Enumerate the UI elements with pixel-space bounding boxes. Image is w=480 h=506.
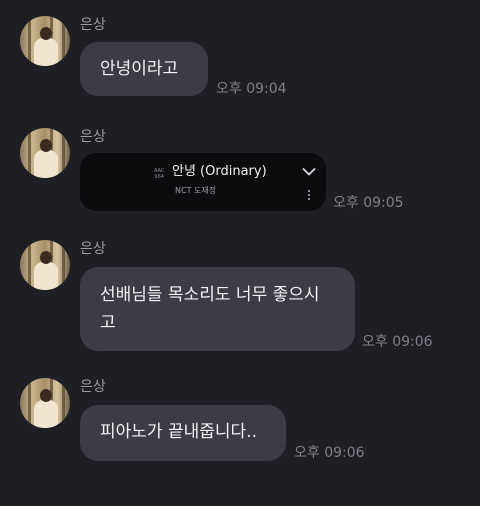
message-bubble[interactable]: 피아노가 끝내줍니다.. [80, 405, 286, 461]
sender-name: 은상 [80, 379, 106, 395]
more-vertical-icon[interactable] [308, 190, 311, 202]
message-text: 피아노가 끝내줍니다.. [100, 422, 257, 442]
chevron-down-icon[interactable] [302, 167, 316, 177]
music-share-card[interactable]: AAC 964 안녕 (Ordinary) NCT 도재정 [80, 153, 326, 211]
sender-name: 은상 [80, 129, 106, 145]
message-text: 선배님들 목소리도 너무 좋으시 [100, 285, 320, 305]
message-time: 오후 09:06 [294, 445, 365, 461]
message-bubble[interactable]: 안녕이라고 [80, 42, 208, 96]
avatar[interactable] [20, 16, 70, 66]
audio-quality-badge: AAC 964 [154, 168, 165, 180]
avatar[interactable] [20, 240, 70, 290]
sender-name: 은상 [80, 241, 106, 257]
message-time: 오후 09:04 [216, 81, 287, 97]
song-title: 안녕 (Ordinary) [172, 164, 267, 179]
message-time: 오후 09:06 [362, 334, 433, 350]
message-time: 오후 09:05 [333, 195, 404, 211]
avatar[interactable] [20, 128, 70, 178]
message-text: 안녕이라고 [100, 59, 179, 79]
message-text: 고 [100, 313, 116, 333]
message-bubble[interactable]: 선배님들 목소리도 너무 좋으시 고 [80, 267, 355, 351]
song-artist: NCT 도재정 [175, 186, 217, 195]
sender-name: 은상 [80, 17, 106, 33]
avatar[interactable] [20, 378, 70, 428]
